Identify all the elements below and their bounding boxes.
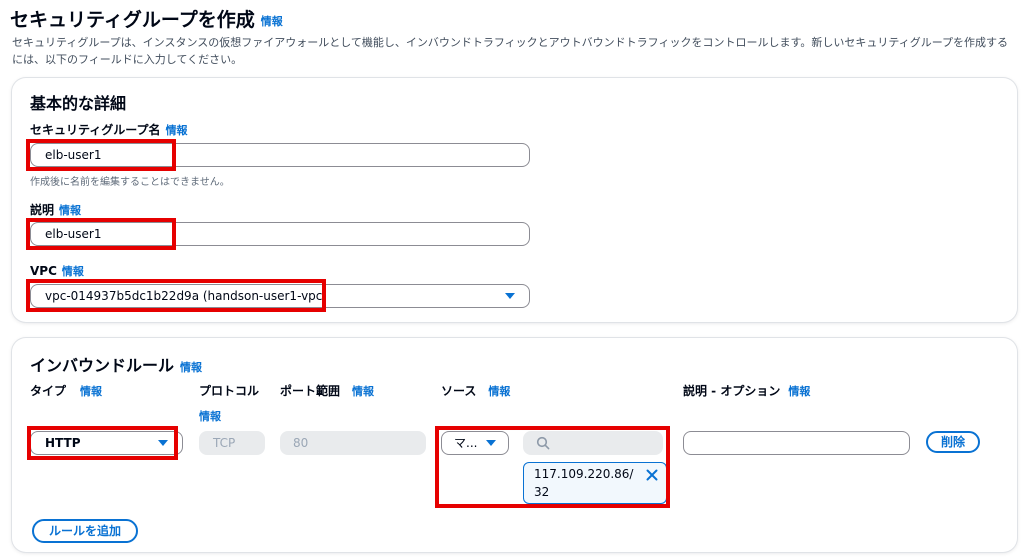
col-desc-info-link[interactable]: 情報 [788,385,810,398]
source-token-line1: 117.109.220.86/ [534,467,634,481]
rule-source-select[interactable]: マ... [441,431,509,455]
col-desc-header: 説明 - オプション 情報 [683,384,811,398]
sg-name-input[interactable]: elb-user1 [30,143,530,167]
rule-type-select[interactable]: HTTP [30,431,183,455]
page-description: セキュリティグループは、インスタンスの仮想ファイアウォールとして機能し、インバウ… [12,36,1009,66]
caret-down-icon [486,440,496,446]
page-title: セキュリティグループを作成 情報 [10,9,283,31]
inbound-info-link[interactable]: 情報 [180,361,202,374]
caret-down-icon [158,440,168,446]
col-type-header: タイプ 情報 [30,384,103,398]
rule-type-value: HTTP [45,436,81,450]
source-token-line2: 32 [534,485,550,499]
source-token: 117.109.220.86/ 32 [523,462,667,504]
sg-name-hint: 作成後に名前を編集することはできません。 [30,177,230,188]
description-label: 説明 情報 [30,203,82,217]
col-port-header: ポート範囲 情報 [280,384,375,398]
caret-down-icon [505,293,515,299]
col-protocol-header: プロトコル [199,384,260,398]
sg-name-label: セキュリティグループ名 情報 [30,123,188,137]
rule-source-search-input[interactable] [523,431,663,455]
vpc-select[interactable]: vpc-014937b5dc1b22d9a (handson-user1-vpc… [30,284,530,308]
sg-name-info-link[interactable]: 情報 [166,124,188,137]
rule-description-input[interactable] [683,431,910,455]
rule-source-select-value: マ... [454,436,478,450]
vpc-info-link[interactable]: 情報 [62,265,84,278]
col-port-info-link[interactable]: 情報 [352,385,374,398]
col-type-info-link[interactable]: 情報 [80,385,102,398]
vpc-label: VPC 情報 [30,264,84,278]
title-info-link[interactable]: 情報 [261,15,283,28]
rule-protocol-field: TCP [199,431,265,455]
close-icon[interactable] [646,469,658,481]
description-info-link[interactable]: 情報 [59,204,81,217]
inbound-rules-title: インバウンドルール 情報 [30,356,203,375]
search-icon [536,436,550,450]
col-source-header: ソース 情報 [441,384,511,398]
description-input[interactable]: elb-user1 [30,222,530,246]
basic-details-title: 基本的な詳細 [30,94,127,113]
col-protocol-info-link[interactable]: 情報 [199,408,221,424]
col-source-info-link[interactable]: 情報 [488,385,510,398]
delete-rule-button[interactable]: 削除 [926,431,980,453]
vpc-select-value: vpc-014937b5dc1b22d9a (handson-user1-vpc… [45,289,328,303]
add-rule-button[interactable]: ルールを追加 [32,519,138,543]
rule-port-field: 80 [280,431,426,455]
